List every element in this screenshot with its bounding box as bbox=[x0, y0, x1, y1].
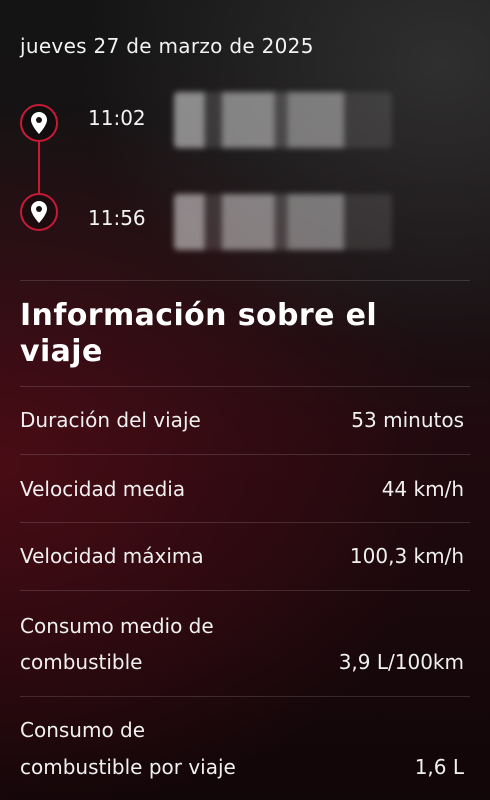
divider bbox=[20, 696, 470, 697]
average-speed-value: 44 km/h bbox=[381, 477, 464, 501]
divider bbox=[20, 590, 470, 591]
destination-time: 11:56 bbox=[88, 206, 146, 230]
average-speed-label: Velocidad media bbox=[20, 477, 186, 501]
origin-time: 11:02 bbox=[88, 106, 146, 130]
destination-address-redacted bbox=[174, 194, 392, 250]
trip-info-title: Información sobre el viaje bbox=[20, 298, 378, 369]
max-speed-value: 100,3 km/h bbox=[349, 544, 464, 568]
destination-pin-icon bbox=[20, 193, 58, 231]
trip-fuel-consumption-label-line1: Consumo de bbox=[20, 718, 146, 742]
max-speed-label: Velocidad máxima bbox=[20, 544, 204, 568]
location-pin-icon bbox=[31, 201, 47, 223]
trip-duration-value: 53 minutos bbox=[351, 408, 464, 432]
avg-fuel-consumption-value: 3,9 L/100km bbox=[338, 650, 464, 674]
location-pin-icon bbox=[31, 112, 47, 134]
origin-address-redacted bbox=[174, 92, 392, 148]
divider bbox=[20, 522, 470, 523]
trip-duration-label: Duración del viaje bbox=[20, 408, 201, 432]
trip-fuel-consumption-label-line2: combustible por viaje bbox=[20, 755, 236, 779]
divider bbox=[20, 280, 470, 281]
divider bbox=[20, 454, 470, 455]
avg-fuel-consumption-label-line1: Consumo medio de bbox=[20, 614, 214, 638]
trip-fuel-consumption-value: 1,6 L bbox=[414, 755, 464, 779]
trip-date: jueves 27 de marzo de 2025 bbox=[20, 34, 314, 58]
route-connector bbox=[38, 142, 40, 193]
divider bbox=[20, 386, 470, 387]
avg-fuel-consumption-label-line2: combustible bbox=[20, 650, 143, 674]
origin-pin-icon bbox=[20, 104, 58, 142]
